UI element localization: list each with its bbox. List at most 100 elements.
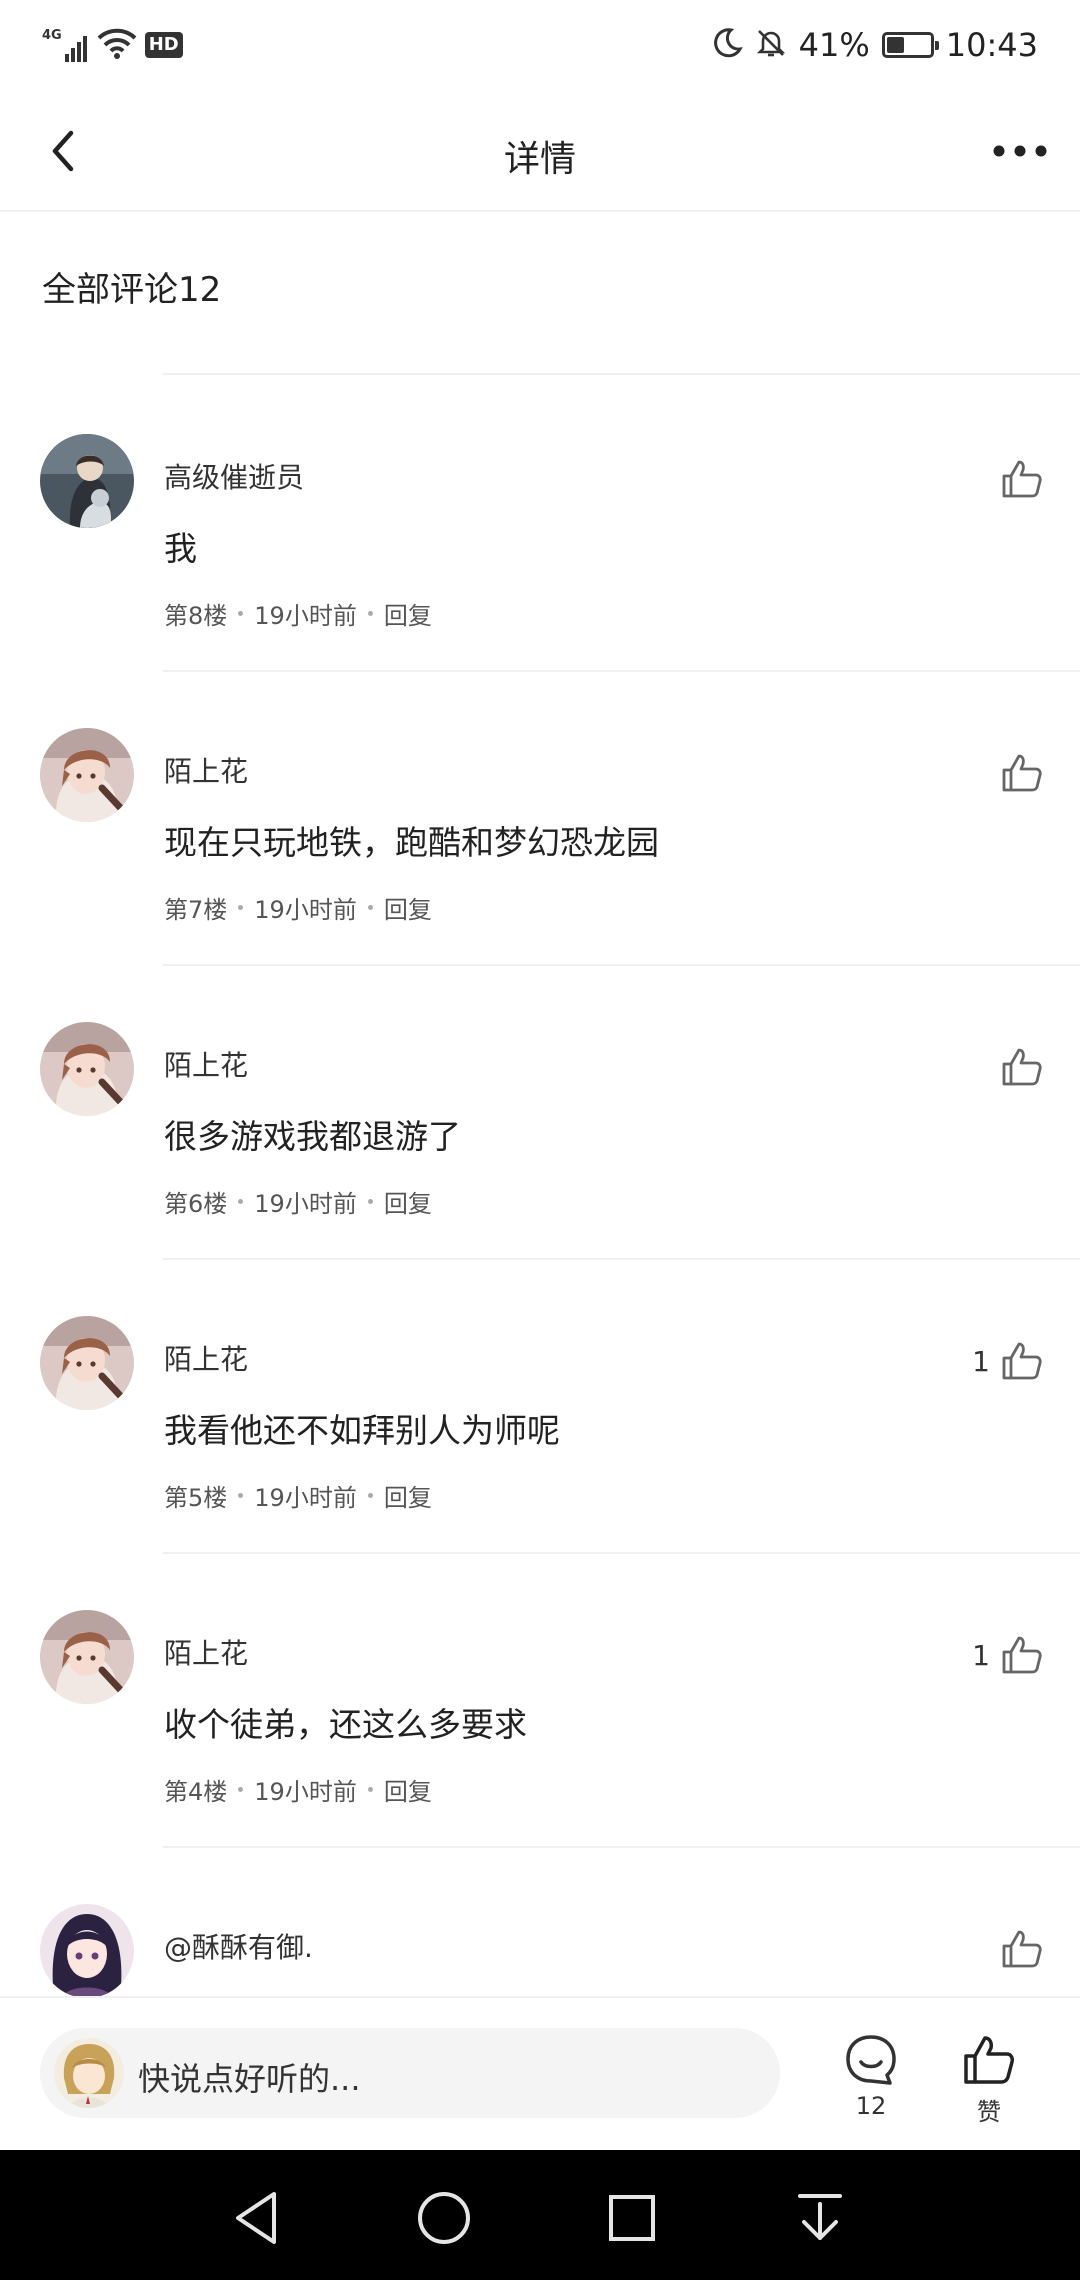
nav-home-button[interactable]: [408, 2182, 480, 2254]
avatar[interactable]: [40, 1610, 134, 1704]
reply-button[interactable]: 回复: [384, 1772, 432, 1807]
separator-dot: [238, 1199, 244, 1204]
page-title: 详情: [503, 139, 576, 180]
comment-input-placeholder: 快说点好听的...: [138, 2060, 361, 2098]
avatar[interactable]: [40, 728, 134, 822]
comment-floor: 第5楼: [164, 1484, 228, 1512]
comment-count-heading: 全部评论12: [42, 270, 222, 310]
divider: [163, 670, 1080, 672]
comment-time: 19小时前: [254, 602, 357, 630]
reply-button[interactable]: 回复: [384, 1184, 432, 1219]
separator-dot: [367, 611, 373, 616]
reply-button[interactable]: 回复: [384, 1478, 432, 1513]
nav-notifications-button[interactable]: [784, 2182, 856, 2254]
comment-floor: 第8楼: [164, 602, 228, 630]
comment-floor: 第4楼: [164, 1778, 228, 1806]
divider: [163, 1846, 1080, 1848]
comment-author[interactable]: 高级催逝员: [164, 456, 304, 496]
separator-dot: [367, 905, 373, 910]
comment-author[interactable]: @酥酥有御.: [164, 1926, 313, 1966]
comment-text[interactable]: 收个徒弟，还这么多要求: [164, 1698, 527, 1746]
more-dots-icon: [993, 145, 1047, 157]
circle-home-icon: [418, 2192, 470, 2244]
battery-percent: 41%: [798, 26, 870, 64]
comment-author[interactable]: 陌上花: [164, 750, 248, 790]
comment-meta: 第8楼 19小时前 回复: [164, 596, 432, 631]
like-label: 赞: [977, 2098, 1001, 2126]
status-bar: 4G HD 41% 10:43: [0, 0, 1080, 92]
my-avatar: [54, 2038, 124, 2108]
battery-icon: [881, 32, 939, 58]
divider: [163, 373, 1080, 375]
separator-dot: [367, 1199, 373, 1204]
comment-meta: 第4楼 19小时前 回复: [164, 1772, 432, 1807]
comment-author[interactable]: 陌上花: [164, 1044, 248, 1084]
comment-text[interactable]: 现在只玩地铁，跑酷和梦幻恐龙园: [164, 816, 659, 864]
comment-item: 高级催逝员 我 第8楼 19小时前 回复: [0, 434, 1080, 728]
like-button[interactable]: [1000, 1926, 1044, 1972]
comment-time: 19小时前: [254, 896, 357, 924]
like-count: 1: [972, 1638, 990, 1672]
comment-time: 19小时前: [254, 1484, 357, 1512]
separator-dot: [367, 1787, 373, 1792]
signal-icon: 4G: [42, 28, 89, 62]
thumbs-up-icon: [1002, 1342, 1042, 1380]
thumbs-up-icon: [1002, 754, 1042, 792]
separator-dot: [238, 1493, 244, 1498]
separator-dot: [238, 611, 244, 616]
like-button[interactable]: 1: [972, 1632, 1044, 1678]
separator-dot: [367, 1493, 373, 1498]
thumbs-up-icon: [1002, 460, 1042, 498]
system-nav-bar: [0, 2150, 1080, 2280]
like-button[interactable]: [1000, 750, 1044, 796]
comment-input-bar: 快说点好听的... 12 赞: [0, 1996, 1080, 2152]
nav-back-button[interactable]: [220, 2182, 292, 2254]
hd-badge: HD: [144, 32, 183, 58]
like-button[interactable]: [1000, 1044, 1044, 1090]
like-count: 1: [972, 1344, 990, 1378]
separator-dot: [238, 1787, 244, 1792]
comment-meta: 第5楼 19小时前 回复: [164, 1478, 432, 1513]
thumbs-up-icon: [1002, 1930, 1042, 1968]
comments-button[interactable]: 12: [826, 2032, 916, 2142]
like-button[interactable]: 1: [972, 1338, 1044, 1384]
more-button[interactable]: [984, 118, 1056, 184]
bell-muted-icon: [755, 27, 787, 63]
nav-recent-button[interactable]: [596, 2182, 668, 2254]
divider: [163, 1258, 1080, 1260]
comment-item: 陌上花 收个徒弟，还这么多要求 第4楼 19小时前 回复 1: [0, 1610, 1080, 1904]
avatar[interactable]: [40, 1022, 134, 1116]
like-post-button[interactable]: 赞: [944, 2032, 1034, 2142]
comment-time: 19小时前: [254, 1190, 357, 1218]
avatar[interactable]: [40, 434, 134, 528]
thumbs-up-icon: [1002, 1636, 1042, 1674]
comment-input[interactable]: 快说点好听的...: [40, 2028, 780, 2118]
comment-floor: 第7楼: [164, 896, 228, 924]
comment-meta: 第7楼 19小时前 回复: [164, 890, 432, 925]
avatar[interactable]: [40, 1904, 134, 1998]
comment-author[interactable]: 陌上花: [164, 1632, 248, 1672]
comment-item: 陌上花 很多游戏我都退游了 第6楼 19小时前 回复: [0, 1022, 1080, 1316]
comment-item: 陌上花 我看他还不如拜别人为师呢 第5楼 19小时前 回复 1: [0, 1316, 1080, 1610]
comment-bubble-icon: [846, 2035, 896, 2085]
like-button[interactable]: [1000, 456, 1044, 502]
separator-dot: [238, 905, 244, 910]
divider: [163, 1552, 1080, 1554]
comment-text[interactable]: 我看他还不如拜别人为师呢: [164, 1404, 560, 1452]
avatar[interactable]: [40, 1316, 134, 1410]
comment-meta: 第6楼 19小时前 回复: [164, 1184, 432, 1219]
reply-button[interactable]: 回复: [384, 596, 432, 631]
comment-text[interactable]: 很多游戏我都退游了: [164, 1110, 461, 1158]
comment-text[interactable]: 我: [164, 522, 197, 570]
title-bar: 详情: [0, 92, 1080, 212]
moon-icon: [711, 27, 743, 63]
reply-button[interactable]: 回复: [384, 890, 432, 925]
comment-author[interactable]: 陌上花: [164, 1338, 248, 1378]
comment-floor: 第6楼: [164, 1190, 228, 1218]
divider: [163, 964, 1080, 966]
wifi-icon: [97, 27, 137, 63]
square-recent-icon: [609, 2195, 655, 2241]
thumbs-up-icon: [1002, 1048, 1042, 1086]
comment-item: 陌上花 现在只玩地铁，跑酷和梦幻恐龙园 第7楼 19小时前 回复: [0, 728, 1080, 1022]
triangle-back-icon: [236, 2192, 276, 2244]
